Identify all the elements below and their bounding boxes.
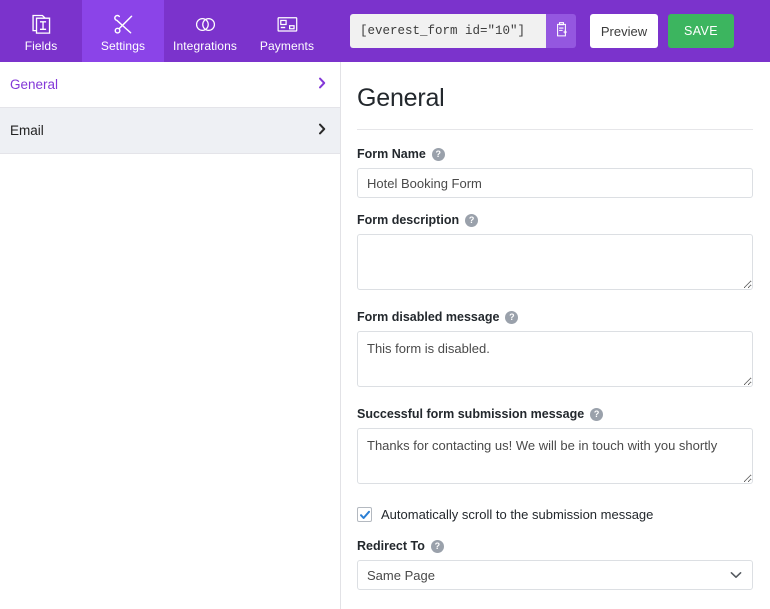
form-description-wrap <box>357 234 753 295</box>
tab-integrations[interactable]: Integrations <box>164 0 246 62</box>
page-title: General <box>357 84 445 112</box>
sidebar-item-email-label: Email <box>10 122 44 138</box>
redirect-to-select[interactable] <box>357 560 753 590</box>
field-redirect-to: Redirect To ? <box>357 539 753 590</box>
tab-payments-label: Payments <box>259 39 315 53</box>
settings-main-panel: General Form Name ? Form description ? <box>341 62 770 609</box>
tab-settings-label: Settings <box>100 39 146 53</box>
help-icon[interactable]: ? <box>431 147 445 161</box>
preview-button[interactable]: Preview <box>590 14 658 48</box>
form-name-label-row: Form Name ? <box>357 147 753 161</box>
sidebar-item-general-label: General <box>10 76 59 92</box>
success-message-textarea[interactable] <box>357 428 753 484</box>
field-form-name: Form Name ? <box>357 147 753 198</box>
tab-integrations-label: Integrations <box>173 39 237 53</box>
settings-sidebar: General Email <box>0 62 341 609</box>
auto-scroll-checkbox[interactable] <box>357 507 372 522</box>
form-disabled-message-textarea[interactable] <box>357 331 753 387</box>
form-disabled-message-wrap <box>357 331 753 392</box>
overlapping-circles-icon <box>194 11 217 37</box>
form-name-input[interactable] <box>357 168 753 198</box>
form-toolbar: Preview SAVE <box>350 0 734 62</box>
chevron-right-icon <box>318 77 326 92</box>
auto-scroll-label: Automatically scroll to the submission m… <box>381 507 654 522</box>
tab-settings[interactable]: Settings <box>82 0 164 62</box>
tab-fields-label: Fields <box>24 39 58 53</box>
form-description-label: Form description <box>357 213 460 227</box>
form-builder-app: Fields Settings Integrations Payments [e… <box>0 0 770 609</box>
chevron-right-icon <box>318 123 326 138</box>
sidebar-item-email[interactable]: Email <box>0 108 340 154</box>
auto-scroll-row: Automatically scroll to the submission m… <box>357 507 753 522</box>
main-nav-tabs: Fields Settings Integrations Payments <box>0 0 328 62</box>
help-icon[interactable]: ? <box>590 407 604 421</box>
clipboard-copy-icon <box>553 21 570 41</box>
body-split: General Email General Form Name ? Hotel … <box>0 62 770 609</box>
form-description-label-row: Form description ? <box>357 213 753 227</box>
success-message-label: Successful form submission message <box>357 407 585 421</box>
document-text-icon <box>30 11 53 37</box>
title-divider <box>357 129 753 130</box>
shortcode-group <box>350 14 576 48</box>
form-disabled-message-label-row: Form disabled message ? <box>357 310 753 324</box>
save-button[interactable]: SAVE <box>668 14 734 48</box>
success-message-wrap <box>357 428 753 489</box>
tab-payments[interactable]: Payments <box>246 0 328 62</box>
wrench-screwdriver-icon <box>112 11 135 37</box>
form-description-textarea[interactable] <box>357 234 753 290</box>
sidebar-item-general[interactable]: General <box>0 62 340 108</box>
help-icon[interactable]: ? <box>465 213 479 227</box>
copy-shortcode-button[interactable] <box>546 14 576 48</box>
credit-card-icon <box>276 11 299 37</box>
help-icon[interactable]: ? <box>430 539 444 553</box>
field-form-disabled-message: Form disabled message ? <box>357 310 753 392</box>
form-name-label: Form Name <box>357 147 426 161</box>
redirect-to-label: Redirect To <box>357 539 425 553</box>
redirect-to-label-row: Redirect To ? <box>357 539 753 553</box>
form-disabled-message-label: Form disabled message <box>357 310 500 324</box>
field-success-message: Successful form submission message ? <box>357 407 753 489</box>
field-form-description: Form description ? <box>357 213 753 295</box>
tab-fields[interactable]: Fields <box>0 0 82 62</box>
success-message-label-row: Successful form submission message ? <box>357 407 753 421</box>
shortcode-input[interactable] <box>350 14 546 48</box>
help-icon[interactable]: ? <box>505 310 519 324</box>
top-bar: Fields Settings Integrations Payments [e… <box>0 0 770 62</box>
redirect-to-select-wrap <box>357 560 753 590</box>
